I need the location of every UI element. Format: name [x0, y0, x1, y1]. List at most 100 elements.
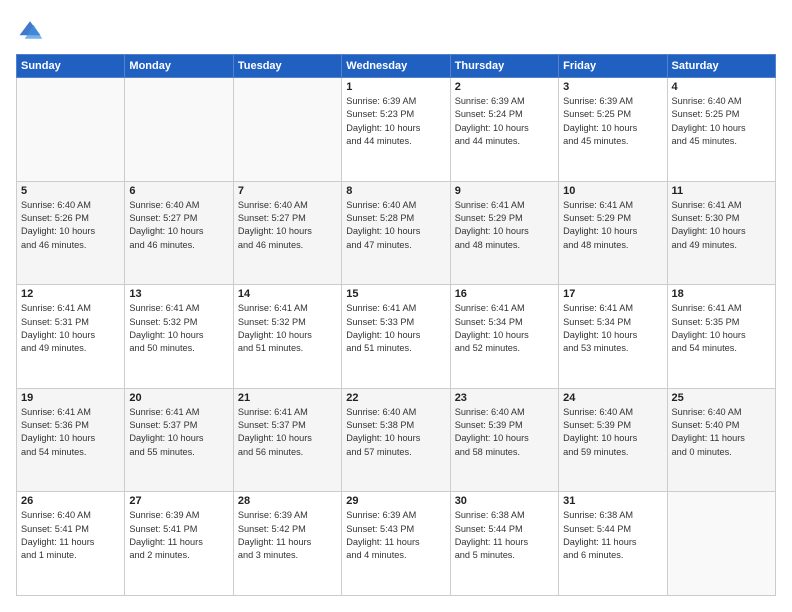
- calendar-cell: [667, 492, 775, 596]
- day-number: 9: [455, 185, 554, 197]
- weekday-header-row: SundayMondayTuesdayWednesdayThursdayFrid…: [17, 55, 776, 78]
- day-info: Sunrise: 6:40 AMSunset: 5:27 PMDaylight:…: [129, 199, 228, 252]
- day-number: 7: [238, 185, 337, 197]
- day-info: Sunrise: 6:41 AMSunset: 5:37 PMDaylight:…: [129, 406, 228, 459]
- day-info: Sunrise: 6:41 AMSunset: 5:29 PMDaylight:…: [455, 199, 554, 252]
- calendar-week-3: 12 Sunrise: 6:41 AMSunset: 5:31 PMDayligh…: [17, 285, 776, 389]
- calendar-week-1: 1Sunrise: 6:39 AMSunset: 5:23 PMDaylight…: [17, 78, 776, 182]
- day-number: 5: [21, 185, 120, 197]
- day-number: 17: [563, 288, 662, 300]
- day-number: 12: [21, 288, 120, 300]
- calendar-cell: 25 Sunrise: 6:40 AMSunset: 5:40 PMDayligh…: [667, 388, 775, 492]
- day-number: 18: [672, 288, 771, 300]
- calendar-body: 1Sunrise: 6:39 AMSunset: 5:23 PMDaylight…: [17, 78, 776, 596]
- day-info: Sunrise: 6:40 AMSunset: 5:39 PMDaylight:…: [455, 406, 554, 459]
- calendar-cell: 2 Sunrise: 6:39 AMSunset: 5:24 PMDaylight…: [450, 78, 558, 182]
- day-info: Sunrise: 6:40 AMSunset: 5:40 PMDaylight:…: [672, 406, 771, 459]
- day-info: Sunrise: 6:41 AMSunset: 5:36 PMDaylight:…: [21, 406, 120, 459]
- calendar-cell: 11 Sunrise: 6:41 AMSunset: 5:30 PMDayligh…: [667, 181, 775, 285]
- day-number: 20: [129, 392, 228, 404]
- calendar-cell: 15Sunrise: 6:41 AMSunset: 5:33 PMDayligh…: [342, 285, 450, 389]
- day-number: 10: [563, 185, 662, 197]
- calendar-cell: 29 Sunrise: 6:39 AMSunset: 5:43 PMDayligh…: [342, 492, 450, 596]
- day-number: 19: [21, 392, 120, 404]
- day-info: Sunrise: 6:41 AMSunset: 5:34 PMDaylight:…: [563, 302, 662, 355]
- day-number: 11: [672, 185, 771, 197]
- calendar-cell: 17 Sunrise: 6:41 AMSunset: 5:34 PMDayligh…: [559, 285, 667, 389]
- day-info: Sunrise: 6:39 AMSunset: 5:24 PMDaylight:…: [455, 95, 554, 148]
- day-number: 29: [346, 495, 445, 507]
- day-number: 3: [563, 81, 662, 93]
- header: [16, 16, 776, 44]
- day-info: Sunrise: 6:38 AMSunset: 5:44 PMDaylight:…: [455, 509, 554, 562]
- calendar-cell: 10 Sunrise: 6:41 AMSunset: 5:29 PMDayligh…: [559, 181, 667, 285]
- logo: [16, 16, 48, 44]
- day-info: Sunrise: 6:39 AMSunset: 5:43 PMDaylight:…: [346, 509, 445, 562]
- day-number: 21: [238, 392, 337, 404]
- calendar-week-5: 26 Sunrise: 6:40 AMSunset: 5:41 PMDayligh…: [17, 492, 776, 596]
- day-info: Sunrise: 6:39 AMSunset: 5:41 PMDaylight:…: [129, 509, 228, 562]
- calendar-week-2: 5Sunrise: 6:40 AMSunset: 5:26 PMDaylight…: [17, 181, 776, 285]
- day-info: Sunrise: 6:41 AMSunset: 5:32 PMDaylight:…: [238, 302, 337, 355]
- day-number: 22: [346, 392, 445, 404]
- day-info: Sunrise: 6:39 AMSunset: 5:23 PMDaylight:…: [346, 95, 445, 148]
- day-number: 31: [563, 495, 662, 507]
- calendar-cell: 21 Sunrise: 6:41 AMSunset: 5:37 PMDayligh…: [233, 388, 341, 492]
- day-number: 14: [238, 288, 337, 300]
- day-number: 25: [672, 392, 771, 404]
- day-number: 28: [238, 495, 337, 507]
- calendar-cell: 18 Sunrise: 6:41 AMSunset: 5:35 PMDayligh…: [667, 285, 775, 389]
- day-info: Sunrise: 6:41 AMSunset: 5:34 PMDaylight:…: [455, 302, 554, 355]
- day-number: 16: [455, 288, 554, 300]
- calendar-cell: 1Sunrise: 6:39 AMSunset: 5:23 PMDaylight…: [342, 78, 450, 182]
- day-number: 27: [129, 495, 228, 507]
- calendar-table: SundayMondayTuesdayWednesdayThursdayFrid…: [16, 54, 776, 596]
- day-info: Sunrise: 6:41 AMSunset: 5:32 PMDaylight:…: [129, 302, 228, 355]
- weekday-header-friday: Friday: [559, 55, 667, 78]
- calendar-cell: 14 Sunrise: 6:41 AMSunset: 5:32 PMDayligh…: [233, 285, 341, 389]
- weekday-header-saturday: Saturday: [667, 55, 775, 78]
- day-info: Sunrise: 6:41 AMSunset: 5:30 PMDaylight:…: [672, 199, 771, 252]
- day-info: Sunrise: 6:40 AMSunset: 5:28 PMDaylight:…: [346, 199, 445, 252]
- calendar-cell: [125, 78, 233, 182]
- day-number: 8: [346, 185, 445, 197]
- day-info: Sunrise: 6:41 AMSunset: 5:29 PMDaylight:…: [563, 199, 662, 252]
- calendar-cell: 20 Sunrise: 6:41 AMSunset: 5:37 PMDayligh…: [125, 388, 233, 492]
- day-number: 2: [455, 81, 554, 93]
- calendar-cell: 28 Sunrise: 6:39 AMSunset: 5:42 PMDayligh…: [233, 492, 341, 596]
- day-info: Sunrise: 6:40 AMSunset: 5:27 PMDaylight:…: [238, 199, 337, 252]
- day-info: Sunrise: 6:41 AMSunset: 5:31 PMDaylight:…: [21, 302, 120, 355]
- calendar-cell: 7 Sunrise: 6:40 AMSunset: 5:27 PMDaylight…: [233, 181, 341, 285]
- weekday-header-thursday: Thursday: [450, 55, 558, 78]
- day-number: 26: [21, 495, 120, 507]
- day-info: Sunrise: 6:39 AMSunset: 5:42 PMDaylight:…: [238, 509, 337, 562]
- day-info: Sunrise: 6:40 AMSunset: 5:41 PMDaylight:…: [21, 509, 120, 562]
- day-info: Sunrise: 6:39 AMSunset: 5:25 PMDaylight:…: [563, 95, 662, 148]
- day-number: 4: [672, 81, 771, 93]
- calendar-cell: 6Sunrise: 6:40 AMSunset: 5:27 PMDaylight…: [125, 181, 233, 285]
- calendar-cell: 24 Sunrise: 6:40 AMSunset: 5:39 PMDayligh…: [559, 388, 667, 492]
- day-number: 24: [563, 392, 662, 404]
- day-number: 30: [455, 495, 554, 507]
- calendar-cell: 19 Sunrise: 6:41 AMSunset: 5:36 PMDayligh…: [17, 388, 125, 492]
- calendar-cell: 31 Sunrise: 6:38 AMSunset: 5:44 PMDayligh…: [559, 492, 667, 596]
- calendar-cell: [233, 78, 341, 182]
- day-info: Sunrise: 6:38 AMSunset: 5:44 PMDaylight:…: [563, 509, 662, 562]
- calendar-cell: 23 Sunrise: 6:40 AMSunset: 5:39 PMDayligh…: [450, 388, 558, 492]
- weekday-header-sunday: Sunday: [17, 55, 125, 78]
- day-number: 23: [455, 392, 554, 404]
- calendar-cell: 26 Sunrise: 6:40 AMSunset: 5:41 PMDayligh…: [17, 492, 125, 596]
- weekday-header-wednesday: Wednesday: [342, 55, 450, 78]
- day-info: Sunrise: 6:40 AMSunset: 5:39 PMDaylight:…: [563, 406, 662, 459]
- calendar-cell: 22 Sunrise: 6:40 AMSunset: 5:38 PMDayligh…: [342, 388, 450, 492]
- weekday-header-tuesday: Tuesday: [233, 55, 341, 78]
- weekday-header-monday: Monday: [125, 55, 233, 78]
- day-info: Sunrise: 6:40 AMSunset: 5:38 PMDaylight:…: [346, 406, 445, 459]
- day-number: 15: [346, 288, 445, 300]
- day-info: Sunrise: 6:41 AMSunset: 5:35 PMDaylight:…: [672, 302, 771, 355]
- day-info: Sunrise: 6:41 AMSunset: 5:37 PMDaylight:…: [238, 406, 337, 459]
- calendar-cell: 8 Sunrise: 6:40 AMSunset: 5:28 PMDaylight…: [342, 181, 450, 285]
- calendar-cell: 13Sunrise: 6:41 AMSunset: 5:32 PMDayligh…: [125, 285, 233, 389]
- page: SundayMondayTuesdayWednesdayThursdayFrid…: [0, 0, 792, 612]
- calendar-cell: 5Sunrise: 6:40 AMSunset: 5:26 PMDaylight…: [17, 181, 125, 285]
